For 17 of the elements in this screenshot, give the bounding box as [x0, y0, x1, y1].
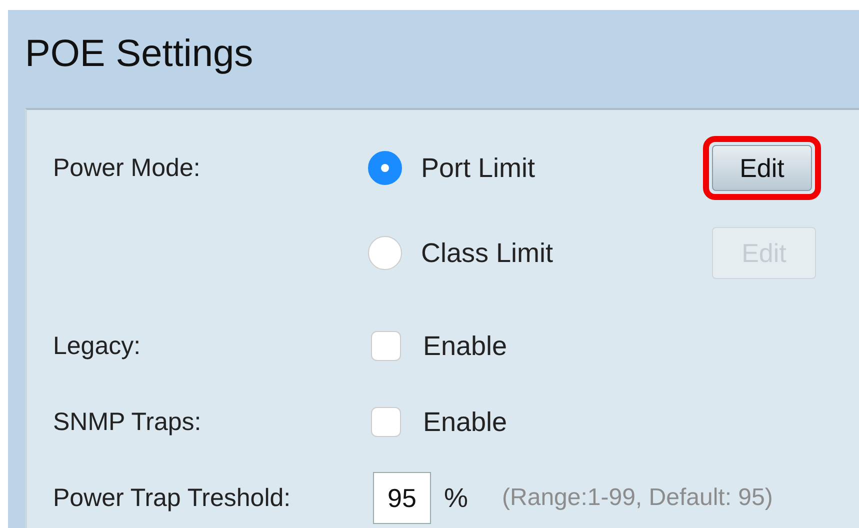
- threshold-input[interactable]: 95: [373, 472, 431, 524]
- field-label: SNMP Traps:: [53, 406, 202, 438]
- field-label: Power Mode:: [53, 154, 200, 183]
- field-label: Legacy:: [53, 330, 142, 362]
- option-label: Enable: [423, 330, 508, 362]
- option-label: Port Limit: [421, 152, 536, 184]
- option-label: Class Limit: [421, 238, 554, 268]
- radio-button[interactable]: [368, 236, 402, 270]
- edit-button[interactable]: Edit: [712, 145, 812, 191]
- option-label: Enable: [423, 406, 508, 438]
- page-title: POE Settings: [24, 32, 254, 77]
- range-hint: (Range:1-99, Default: 95): [502, 484, 773, 512]
- checkbox[interactable]: [371, 407, 401, 437]
- field-label: Power Trap Treshold:: [53, 482, 292, 514]
- radio-button[interactable]: [368, 151, 402, 185]
- checkbox[interactable]: [371, 331, 401, 361]
- unit-label: %: [444, 482, 468, 514]
